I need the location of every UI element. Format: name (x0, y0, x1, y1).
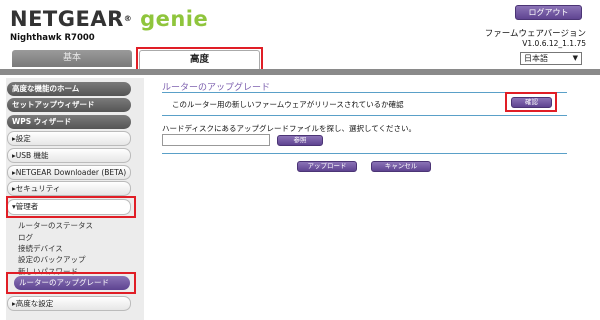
registered-mark: ® (123, 14, 133, 23)
sidebar-subitem-backup-settings[interactable]: 設定のバックアップ (18, 254, 86, 265)
highlight-check-button (505, 92, 557, 112)
sidebar-item-advanced-settings[interactable]: ▸高度な設定 (7, 296, 131, 311)
sidebar-item-usb[interactable]: ▸USB 機能 (7, 148, 131, 163)
sidebar-subitem-attached-devices[interactable]: 接続デバイス (18, 243, 63, 254)
logout-button[interactable]: ログアウト (515, 5, 582, 20)
sidebar-item-security[interactable]: ▸セキュリティ (7, 181, 131, 196)
router-model: Nighthawk R7000 (10, 33, 95, 43)
section-divider-top (162, 115, 567, 116)
file-path-input[interactable] (162, 134, 270, 146)
check-firmware-text: このルーター用の新しいファームウェアがリリースされているか確認 (172, 100, 404, 109)
brand-name: NETGEAR (10, 7, 124, 31)
upload-button[interactable]: アップロード (297, 161, 357, 172)
tab-bar-divider (0, 69, 600, 75)
browse-button[interactable]: 参照 (277, 135, 323, 146)
main-panel (150, 76, 595, 320)
sidebar-item-downloader[interactable]: ▸NETGEAR Downloader (BETA) (7, 165, 131, 180)
firmware-version-value: V1.0.6.12_1.1.75 (522, 39, 586, 48)
sidebar-subitem-logs[interactable]: ログ (18, 232, 33, 243)
sidebar-item-wps-wizard[interactable]: WPS ウィザード (7, 115, 131, 129)
highlight-router-upgrade (6, 272, 136, 294)
sidebar-subitem-router-status[interactable]: ルーターのステータス (18, 220, 93, 231)
language-value: 日本語 (524, 54, 548, 63)
chevron-down-icon: ▼ (572, 54, 578, 62)
sidebar-item-setup-wizard[interactable]: セットアップウィザード (7, 98, 131, 112)
firmware-version-title: ファームウェアバージョン (484, 29, 586, 39)
netgear-genie-logo: NETGEAR® genie (10, 6, 208, 32)
highlight-admin (6, 196, 136, 218)
sidebar-item-setup[interactable]: ▸設定 (7, 131, 131, 146)
product-name: genie (140, 7, 209, 31)
select-file-text: ハードディスクにあるアップグレードファイルを探し、選択してください。 (162, 124, 417, 133)
sidebar-item-advanced-home[interactable]: 高度な機能のホーム (7, 82, 131, 96)
tab-basic[interactable]: 基本 (12, 50, 132, 67)
cancel-button[interactable]: キャンセル (371, 161, 431, 172)
language-select[interactable]: 日本語 ▼ (520, 52, 582, 65)
section-divider-bottom (162, 153, 567, 154)
highlight-tab-advanced (136, 47, 263, 71)
